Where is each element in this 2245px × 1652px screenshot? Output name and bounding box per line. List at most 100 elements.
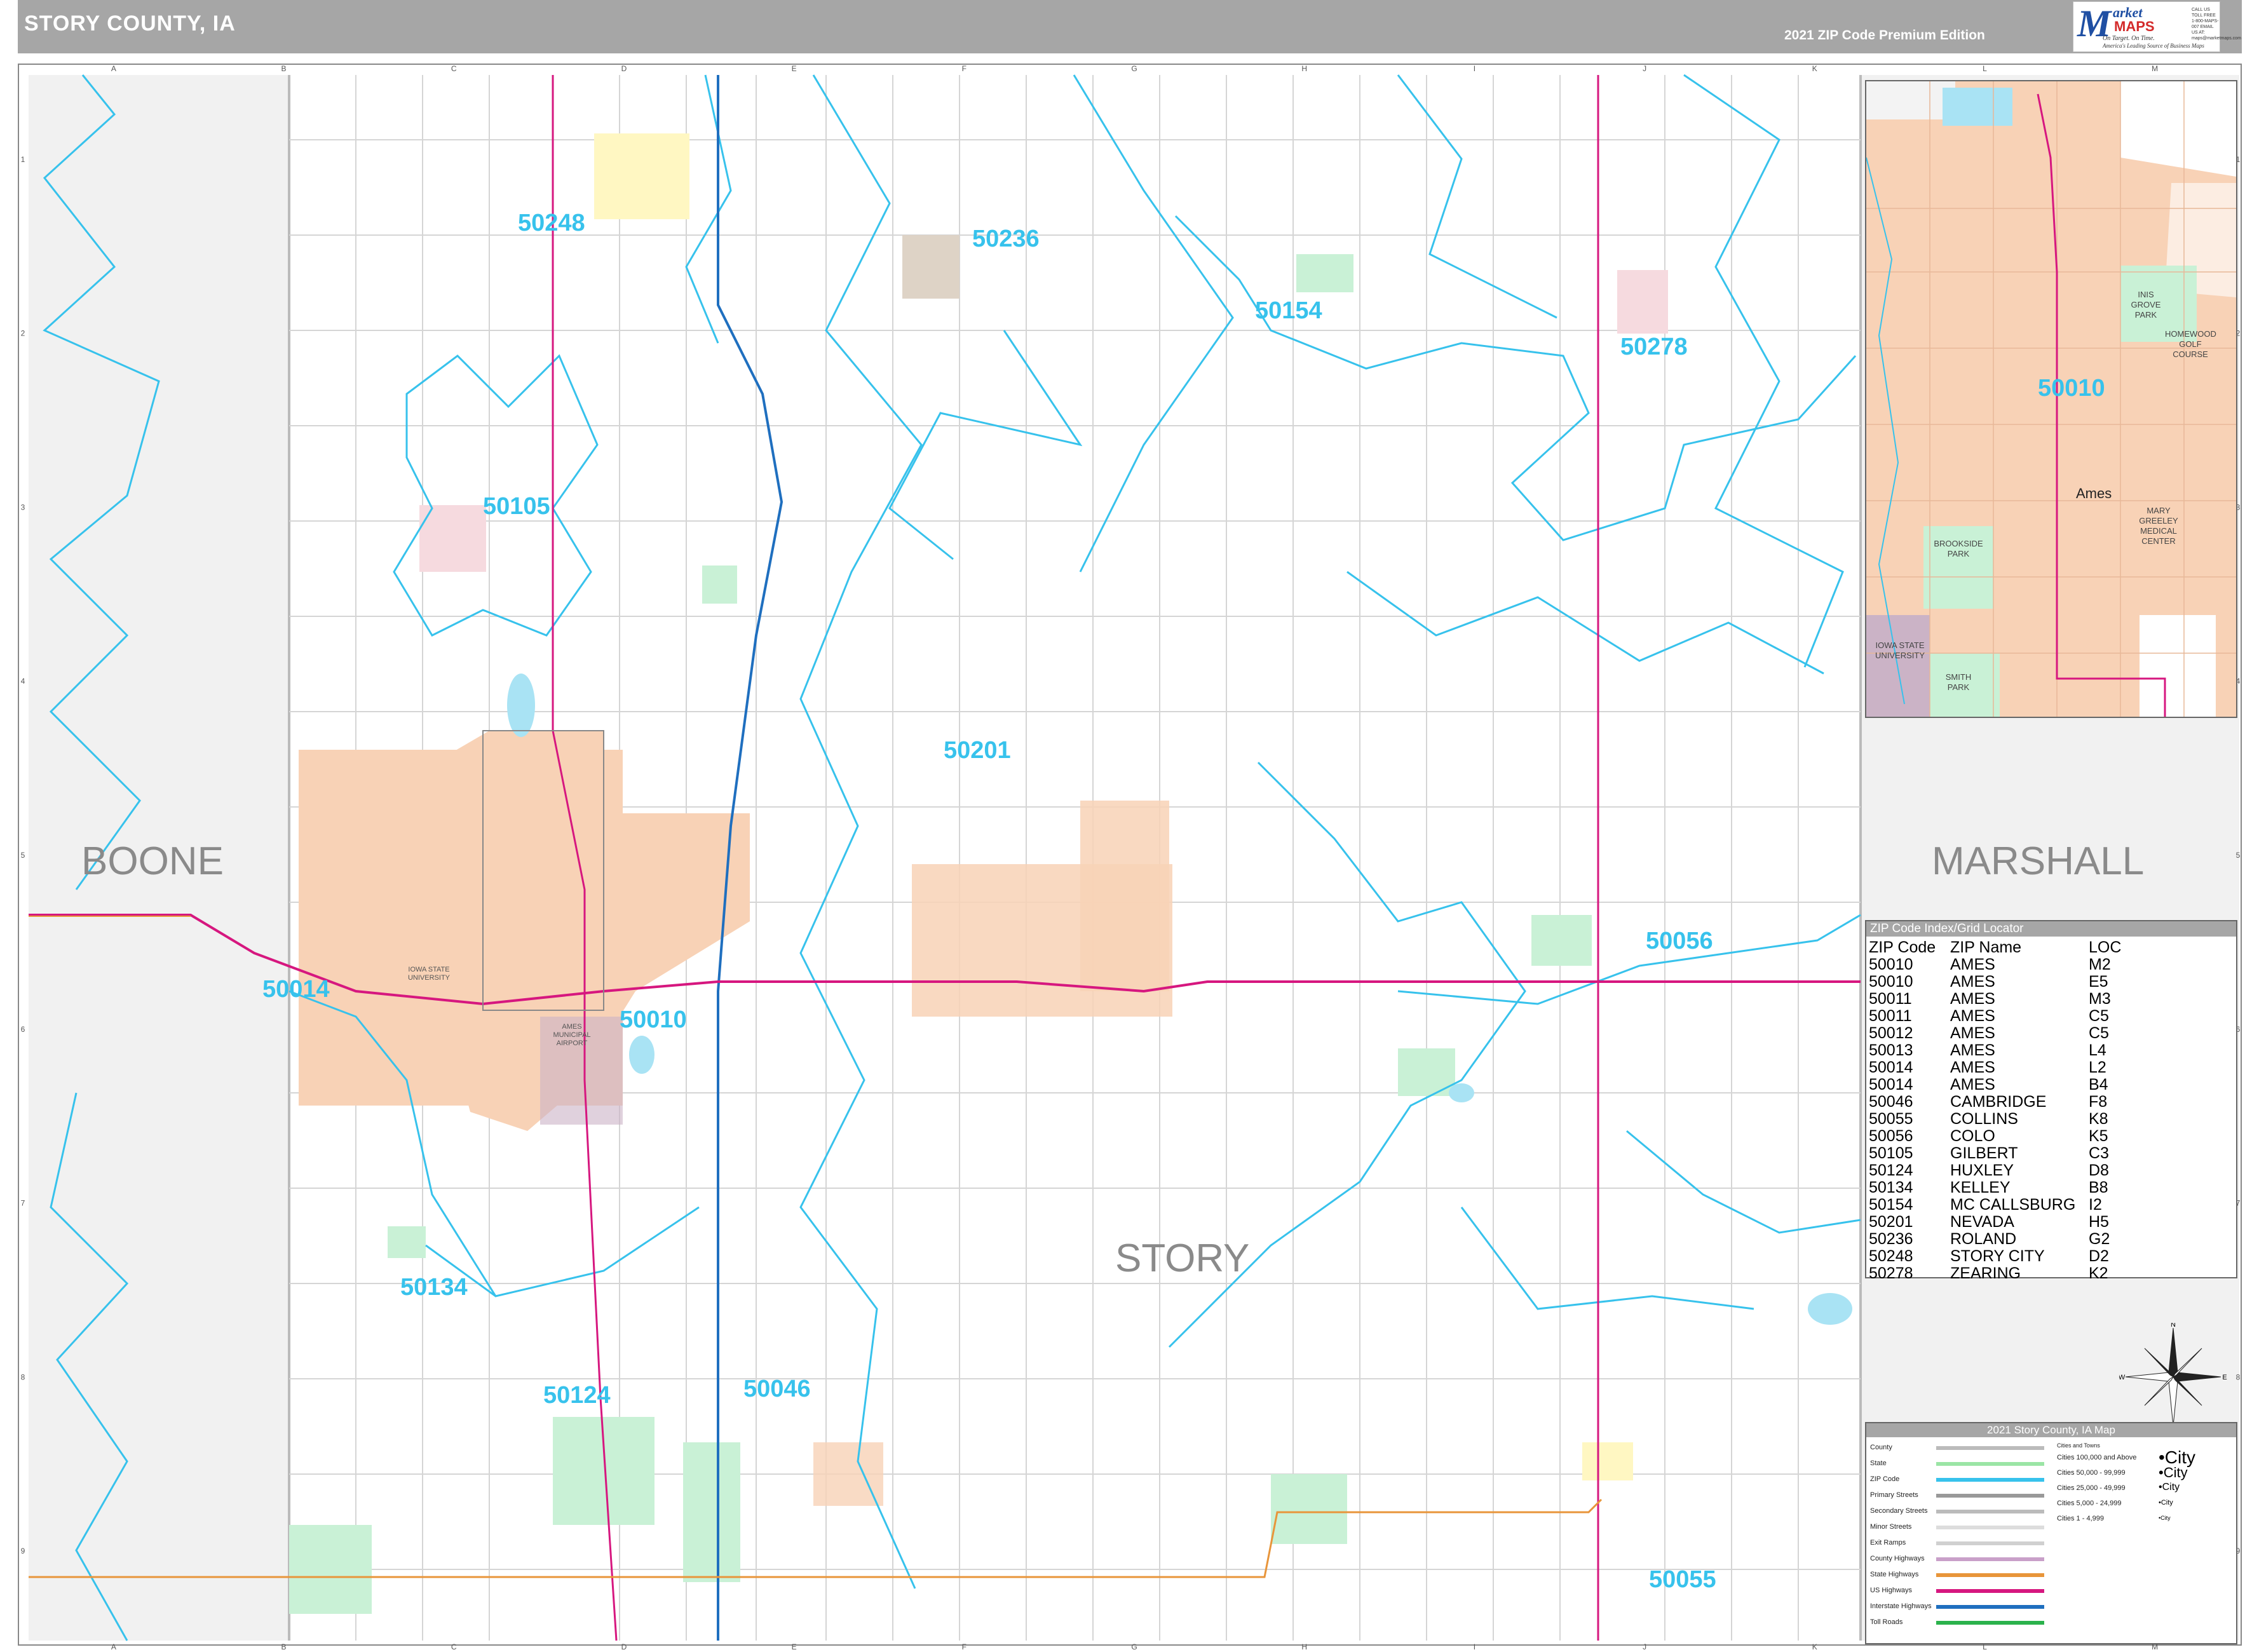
zip-index-name: ROLAND [1950, 1230, 2017, 1248]
legend-item-label: Secondary Streets [1870, 1507, 1928, 1515]
grid-row-label-left: 1 [21, 155, 25, 164]
zip-label-50010: 50010 [620, 1006, 687, 1033]
zip-index-code: 50012 [1869, 1024, 1913, 1042]
grid-column-label-top: E [792, 64, 797, 73]
grid-column-label-top: I [1474, 64, 1475, 73]
zip-index-panel: ZIP Code Index/Grid Locator ZIP Code ZIP… [1865, 920, 2237, 1282]
grid-column-label-bottom: A [111, 1642, 116, 1651]
zip-index-row: 50124 HUXLEY D8 [1869, 1162, 2165, 1179]
county-label-marshall: MARSHALL [1932, 839, 2145, 883]
zip-index-loc: F8 [2089, 1093, 2108, 1111]
zip-index-loc: H5 [2089, 1213, 2109, 1231]
legend-town-size: Cities 25,000 - 49,999 [2057, 1484, 2126, 1492]
legend-item-label: State [1870, 1459, 1887, 1467]
zip-label-50134: 50134 [400, 1274, 468, 1301]
zip-index-row: 50278 ZEARING K2 [1869, 1265, 2165, 1282]
legend-item-label: Toll Roads [1870, 1618, 1903, 1626]
zip-label-50154: 50154 [1255, 297, 1322, 324]
legend-item-swatch [1936, 1478, 2044, 1482]
zip-index-code: 50013 [1869, 1041, 1913, 1059]
zip-index-loc: L2 [2089, 1059, 2106, 1076]
zip-index-loc: K5 [2089, 1127, 2108, 1145]
zip-index-name: AMES [1950, 1041, 1995, 1059]
legend-item-swatch [1936, 1446, 2044, 1450]
zip-index-row: 50046 CAMBRIDGE F8 [1869, 1093, 2165, 1111]
grid-column-label-top: C [451, 64, 457, 73]
compass-rose: N S E W [2119, 1323, 2227, 1431]
grid-column-label-top: B [281, 64, 287, 73]
zip-index-code: 50278 [1869, 1264, 1913, 1282]
zip-index-row: 50056 COLO K5 [1869, 1128, 2165, 1145]
legend-town-size: Cities 50,000 - 99,999 [2057, 1469, 2126, 1477]
grid-column-label-bottom: E [792, 1642, 797, 1651]
zip-label-50278: 50278 [1620, 334, 1688, 360]
zip-index-name: AMES [1950, 990, 1995, 1008]
zip-index-name: KELLEY [1950, 1179, 2011, 1196]
legend-item-swatch [1936, 1573, 2044, 1577]
grid-column-label-top: A [111, 64, 116, 73]
legend-item-label: Minor Streets [1870, 1523, 1912, 1531]
grid-row-label-left: 6 [21, 1025, 25, 1034]
zip-index-name: AMES [1950, 1076, 1995, 1093]
zip-index-loc: G2 [2089, 1230, 2110, 1248]
zip-index-code: 50154 [1869, 1196, 1913, 1214]
grid-row-label-right: 8 [2236, 1372, 2241, 1381]
legend-item-swatch [1936, 1621, 2044, 1625]
zip-index-row: 50010 AMES M2 [1869, 956, 2165, 973]
zip-index-row: 50012 AMES C5 [1869, 1025, 2165, 1042]
zip-index-title: ZIP Code Index/Grid Locator [1866, 921, 2236, 937]
legend-item-swatch [1936, 1589, 2044, 1593]
zip-label-50236: 50236 [972, 226, 1040, 252]
inset-poi-brookside: BROOKSIDE PARK [1934, 539, 1983, 559]
zip-index-loc: E5 [2089, 973, 2108, 991]
zip-index-header-zip: ZIP Code [1869, 938, 1936, 956]
zip-index-loc: C5 [2089, 1024, 2109, 1042]
zip-index-row: 50154 MC CALLSBURG I2 [1869, 1196, 2165, 1214]
zip-index-name: GILBERT [1950, 1144, 2018, 1162]
inset-poi-mary-greeley: MARY GREELEY MEDICAL CENTER [2139, 506, 2178, 546]
zip-index-code: 50011 [1869, 1007, 1912, 1025]
zip-index-name: AMES [1950, 1059, 1995, 1076]
grid-column-label-bottom: J [1643, 1642, 1646, 1651]
compass-w: W [2119, 1374, 2126, 1381]
water-features [507, 674, 1852, 1325]
zip-index-loc: M3 [2089, 990, 2111, 1008]
grid-column-label-bottom: K [1812, 1642, 1817, 1651]
legend-item-swatch [1936, 1557, 2044, 1561]
inset-city-label: Ames [2076, 485, 2112, 501]
grid-column-label-top: G [1131, 64, 1137, 73]
town-areas [289, 133, 1668, 1614]
legend-town-size: Cities 100,000 and Above [2057, 1454, 2137, 1461]
zip-index-code: 50134 [1869, 1179, 1913, 1196]
grid-row-label-left: 5 [21, 851, 25, 860]
zip-index-loc: B4 [2089, 1076, 2108, 1093]
zip-index-name: ZEARING [1950, 1264, 2021, 1282]
legend-item-label: Interstate Highways [1870, 1602, 1932, 1610]
zip-index-code: 50010 [1869, 956, 1913, 973]
inset-poi-isu: IOWA STATE UNIVERSITY [1875, 640, 1925, 660]
grid-row-label-left: 4 [21, 677, 25, 686]
zip-index-loc: D2 [2089, 1247, 2109, 1265]
zip-index-name: HUXLEY [1950, 1161, 2014, 1179]
zip-label-50105: 50105 [483, 493, 550, 520]
zip-label-50046: 50046 [743, 1376, 811, 1402]
zip-index-header-name: ZIP Name [1950, 938, 2022, 956]
ames-inset-map: 50010 Ames INIS GROVE PARK HOMEWOOD GOLF… [1865, 80, 2237, 718]
inset-poi-smith-park: SMITH PARK [1945, 672, 1972, 692]
legend-town-size: Cities 5,000 - 24,999 [2057, 1500, 2122, 1507]
zip-index-loc: K8 [2089, 1110, 2108, 1128]
zip-label-50124: 50124 [543, 1382, 611, 1409]
grid-column-label-bottom: B [281, 1642, 287, 1651]
zip-index-code: 50105 [1869, 1144, 1913, 1162]
zip-index-name: COLLINS [1950, 1110, 2018, 1128]
zip-label-50014: 50014 [262, 976, 330, 1003]
zip-index-row: 50134 KELLEY B8 [1869, 1179, 2165, 1196]
zip-index-loc: C5 [2089, 1007, 2109, 1025]
zip-label-50201: 50201 [944, 737, 1011, 764]
zip-index-code: 50056 [1869, 1127, 1913, 1145]
zip-index-name: NEVADA [1950, 1213, 2014, 1231]
zip-index-row: 50236 ROLAND G2 [1869, 1231, 2165, 1248]
grid-row-label-left: 9 [21, 1547, 25, 1555]
legend-town-header: Cities and Towns [2057, 1442, 2100, 1449]
zip-index-name: AMES [1950, 1007, 1995, 1025]
